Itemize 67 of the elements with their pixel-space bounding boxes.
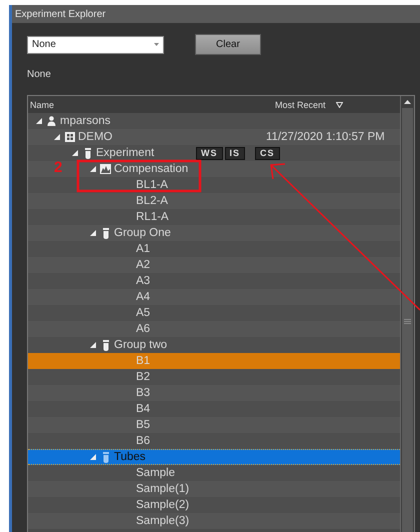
tree-row[interactable]: Sample(3) <box>28 513 400 529</box>
tree-item-label: B3 <box>136 387 150 399</box>
tree-item-label: B1 <box>136 355 150 367</box>
expanded-icon[interactable] <box>72 150 78 156</box>
tree-item-label: Sample(2) <box>136 499 190 511</box>
expanded-icon[interactable] <box>90 454 96 460</box>
tree-item-label: B5 <box>136 419 150 431</box>
clear-button[interactable]: Clear <box>195 34 261 55</box>
tree-item-label: A4 <box>136 291 150 303</box>
tree-item-label: Sample(1) <box>136 483 190 495</box>
grid-icon <box>64 132 74 142</box>
scrollbar[interactable] <box>400 96 414 532</box>
tube-icon <box>102 228 108 238</box>
expanded-icon[interactable] <box>90 230 96 236</box>
tree-item-label: A6 <box>136 323 150 335</box>
tree-item-label: BL1-A <box>136 179 168 191</box>
date-text: 11/27/2020 1:10:57 PM <box>266 131 385 143</box>
filter-dropdown[interactable]: None <box>27 36 164 54</box>
tube-icon <box>102 452 108 462</box>
column-header[interactable]: Name <box>28 100 273 110</box>
tube-icon <box>84 148 90 158</box>
tree-item-label: Sample <box>136 467 175 479</box>
tag-button[interactable]: CS <box>255 146 280 160</box>
tree-item-label: B4 <box>136 403 150 415</box>
tree-row[interactable]: B3 <box>28 385 400 401</box>
tree-row[interactable]: BL2-A <box>28 193 400 209</box>
tree-item-label: DEMO <box>78 131 112 143</box>
expanded-icon[interactable] <box>90 166 96 172</box>
tree-item-label: Group two <box>114 339 168 351</box>
chart-icon <box>100 164 111 174</box>
tree-item-label: Group One <box>114 227 171 239</box>
tree-row[interactable]: 2 Compensation <box>28 161 400 177</box>
tree-item-label: A1 <box>136 243 150 255</box>
tree-item-label: B6 <box>136 435 150 447</box>
tree-row[interactable]: Group One <box>28 225 400 241</box>
tree-row[interactable]: A6 <box>28 321 400 337</box>
tree-item-label: Experiment <box>96 147 154 159</box>
tree-row[interactable]: A2 <box>28 257 400 273</box>
expanded-icon[interactable] <box>36 118 42 124</box>
filter-label: None <box>27 69 52 80</box>
tree-row[interactable]: DEMO 11/27/2020 1:10:57 PM <box>28 129 400 145</box>
tree-item-label: A3 <box>136 275 150 287</box>
tree-item-label: BL2-A <box>136 195 168 207</box>
caret-icon <box>154 43 159 46</box>
tube-icon <box>102 340 108 350</box>
tree-item-label: Compensation <box>114 163 188 175</box>
tree-item-label: A5 <box>136 307 150 319</box>
tree-item-label: A2 <box>136 259 150 271</box>
person-icon <box>47 116 56 126</box>
tag-button[interactable]: WS <box>196 146 222 160</box>
tree-item-label: B2 <box>136 371 150 383</box>
column-header[interactable]: Most Recent <box>273 100 326 110</box>
tree-row[interactable]: B5 <box>28 417 400 433</box>
tree-item-label: mparsons <box>60 115 110 127</box>
sort-icon[interactable] <box>336 102 343 108</box>
tree-row[interactable]: Tubes <box>28 449 400 465</box>
tree-row[interactable]: A4 <box>28 289 400 305</box>
tag-button[interactable]: IS <box>224 146 246 160</box>
tree-item-label: Sample(3) <box>136 515 190 527</box>
tree-item-label: RL1-A <box>136 211 169 223</box>
expanded-icon[interactable] <box>54 134 60 140</box>
grip-icon[interactable] <box>404 318 411 324</box>
tree-item-label: Tubes <box>114 451 146 463</box>
tree-row[interactable]: Sample(1) <box>28 481 400 497</box>
window-title: Experiment Explorer <box>15 8 106 20</box>
annotation-number: 2 <box>54 159 62 177</box>
expanded-icon[interactable] <box>90 342 96 348</box>
